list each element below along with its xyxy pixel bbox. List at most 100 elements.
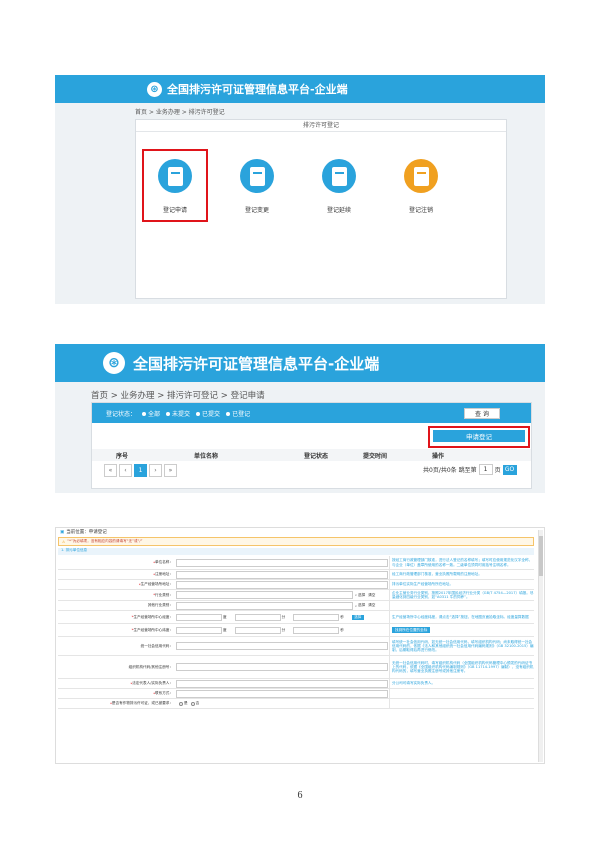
text-input[interactable] [176,663,388,671]
pager-info: 共0页/共0条 跳至第 [423,467,477,474]
text-input[interactable] [176,591,353,599]
form-row: * 生产经营场所地址： 排污单位实际生产经营场所所在地址。 [58,580,534,590]
status-options: 全部 未提交 已提交 已登记 [136,409,250,418]
coord-input[interactable] [293,613,340,621]
field-label: * 生产经营场所地址： [58,580,176,589]
field-help-text: 按经工商行政管理部门核准，进行法人登记的名称填写；填写时应使用规范化汉字全称，与… [392,558,533,567]
field-input-area [176,689,389,698]
search-icon[interactable]: ⌕ [355,593,357,597]
radio-dot-icon [196,412,201,416]
location-text: 当前位置：申请登记 [66,530,107,535]
register-tile[interactable]: 登记注销 [393,159,449,214]
clear-button[interactable]: 清空 [368,603,375,608]
apply-register-button[interactable]: 申请登记 [433,430,525,442]
radio-circle-icon[interactable] [179,701,183,706]
pager-jump: 共0页/共0条 跳至第 1 页 GO [423,464,517,475]
radio-dot-icon [166,412,171,416]
register-apply-icon [158,159,192,193]
search-icon[interactable]: ⌕ [355,604,357,608]
col-unit-name: 单位名称 [194,453,219,460]
form-row: * 生产经营场所中心经度： 度 分 秒 选择 生产经营场所中心经度纬度，请点击“选择”按钮，… [58,611,534,624]
document-line-icon [170,171,180,174]
form-row: * 联系方式： [58,689,534,699]
coord-unit: 度 [223,614,227,619]
clear-button[interactable]: 清空 [368,593,375,598]
field-help-text: 排污单位实际生产经营场所所在地址。 [392,582,454,587]
status-radio[interactable]: 全部 [142,411,160,418]
text-input[interactable] [176,570,388,579]
text-input[interactable] [176,689,388,698]
coord-input[interactable] [293,626,340,634]
status-radio[interactable]: 已提交 [196,411,220,418]
select-button[interactable]: 选择 [358,593,365,598]
radio-circle-icon[interactable] [190,701,195,706]
breadcrumb: 首页 > 业务办理 > 排污许可登记 > 登记申请 [91,391,265,401]
pick-location-button[interactable]: 选择 [351,614,364,620]
coord-input[interactable] [176,613,222,621]
coord-unit: 分 [281,614,286,619]
table-header: 序号 单位名称 登记状态 提交时间 操作 [92,449,531,461]
text-input[interactable] [176,642,388,650]
radio-dot-icon [226,412,231,416]
tile-label: 登记申请 [162,207,187,214]
pager-button[interactable]: ‹ [119,464,132,477]
text-input[interactable] [176,679,388,688]
document-line-icon [416,171,426,174]
col-action: 操作 [432,453,445,460]
field-label-text: 法定代表人/实际负责人： [132,681,173,685]
screenshot-register-list: ⊛ 全国排污许可证管理信息平台-企业端 首页 > 业务办理 > 排污许可登记 >… [55,344,545,493]
pager-button[interactable]: › [149,464,162,477]
field-label: * 法定代表人/实际负责人： [58,679,176,688]
coord-input[interactable] [176,626,222,634]
text-input[interactable] [176,558,388,567]
document-icon [331,166,347,186]
register-tile[interactable]: 登记延续 [311,159,367,214]
form-row: * 行业类别： ⌕ 选择 清空 企业主营业务行业类别，按照2017年国民经济行业分类（GB… [58,590,534,601]
field-help-note: 排污单位实际生产经营场所所在地址。 [389,580,534,589]
platform-title: 全国排污许可证管理信息平台-企业端 [167,83,348,96]
register-tile[interactable]: 登记变更 [229,159,285,214]
form-row: * 是否有作物排污许可证，或已被要求：是否 [58,699,534,709]
field-label: 其他行业类别： [58,601,176,610]
col-status: 登记状态 [304,453,329,460]
page-input[interactable]: 1 [478,464,493,475]
coord-input[interactable] [234,613,281,621]
field-label-text: 其他行业类别： [147,603,173,607]
text-input[interactable] [176,601,353,610]
field-label-text: 是否有作物排污许可证，或已被要求： [111,701,173,705]
col-index: 序号 [116,453,129,460]
notice-banner: ⚠ “*”为必填项，没有相应内容的请填写“无”或“/” [58,537,534,546]
pager-button[interactable]: « [104,464,117,477]
find-location-button[interactable]: 找到所在位置的坐标 [392,627,431,633]
query-button[interactable]: 查 询 [464,408,500,419]
field-label-text: 行业类别： [155,592,173,597]
status-radio[interactable]: 未提交 [166,411,190,418]
pager-button[interactable]: 1 [134,464,147,477]
go-button[interactable]: GO [502,464,517,475]
screenshot-register-form: ▣ 当前位置：申请登记 ⚠ “*”为必填项，没有相应内容的请填写“无”或“/” … [55,527,545,764]
text-input[interactable] [176,580,388,589]
field-help-text: 无统一社会信用代码时，填写组织机构代码（全国组织机构代码管理中心颁发的代码证书上… [392,660,534,674]
select-button[interactable]: 选择 [358,603,365,608]
field-label: * 单位名称： [58,556,176,569]
field-label-text: 统一社会信用代码： [140,643,173,648]
tile-label: 登记注销 [408,207,433,214]
field-help-note: 填写统一社会信用代码，如无统一社会信用代码，填写组织机构代码；尚未取得统一社会信… [389,637,534,655]
status-option-label: 全部 [148,410,161,418]
pagination: «‹ 1 ›» [104,464,177,477]
field-input-area: ⌕ 选择 清空 [176,590,389,600]
field-help-note: 分公司可填写实际负责人。 [389,679,534,688]
field-label-text: 组织机构代码/其他注册号： [128,664,173,669]
form-row: 组织机构代码/其他注册号： 无统一社会信用代码时，填写组织机构代码（全国组织机构代… [58,656,534,679]
scrollbar-thumb[interactable] [539,536,543,576]
radio-label: 否 [195,701,200,705]
register-tile[interactable]: 登记申请 [147,159,203,214]
coord-input[interactable] [234,626,281,634]
coord-unit: 秒 [340,614,344,619]
field-help-note: 无统一社会信用代码时，填写组织机构代码（全国组织机构代码管理中心颁发的代码证书上… [389,656,534,678]
status-radio[interactable]: 已登记 [226,411,250,418]
pager-button[interactable]: » [164,464,177,477]
register-extend-icon [322,159,356,193]
document-icon [413,166,429,186]
scrollbar[interactable] [538,530,543,762]
